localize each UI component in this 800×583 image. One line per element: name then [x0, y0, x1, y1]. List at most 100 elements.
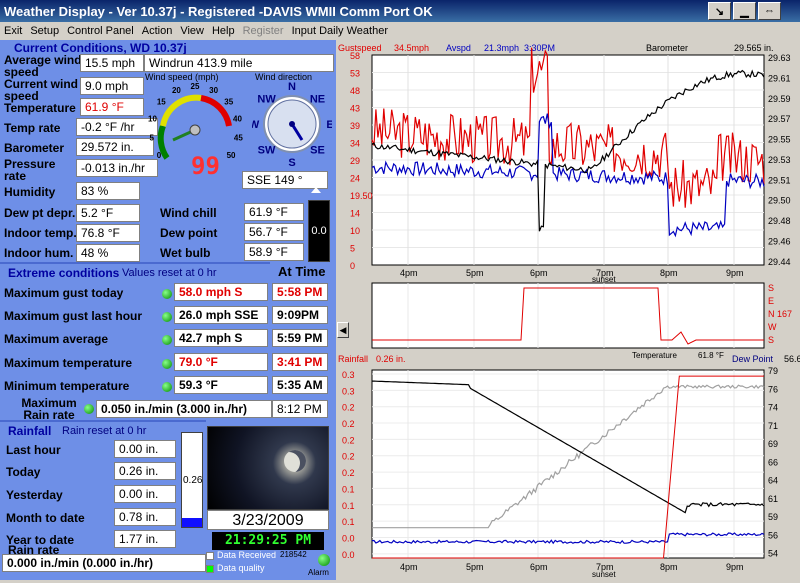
title-bar: Weather Display - Ver 10.37j - Registere… — [0, 0, 800, 22]
menu-setup[interactable]: Setup — [30, 25, 59, 37]
dew-legend: Dew Point — [732, 354, 774, 364]
wind-dir-axis-label: E — [768, 296, 774, 306]
humidity-label: Humidity — [4, 185, 56, 199]
avg-wind-label: Average wind speed — [4, 53, 82, 79]
moon-icon — [284, 450, 306, 472]
menu-exit[interactable]: Exit — [4, 25, 22, 37]
temp-tick-label: 66 — [768, 457, 778, 467]
compass-label: SW — [258, 144, 276, 156]
status-led-icon — [162, 382, 172, 392]
x-tick-label: 9pm — [726, 268, 744, 278]
y2-tick-label: 29.48 — [768, 216, 791, 226]
alarm-led-icon — [318, 554, 330, 566]
rain-tick-label: 0.3 — [342, 370, 355, 380]
y-tick-label: 0 — [350, 261, 355, 271]
max-rain-rate-value: 0.050 in./min (3.000 in./hr) — [96, 400, 272, 418]
press-rate-label: Pressure rate — [4, 157, 56, 183]
gauge-tick-label: 10 — [148, 115, 157, 124]
temp-tick-label: 76 — [768, 384, 778, 394]
compass-label: E — [326, 119, 332, 131]
wind-gauge-title: Wind speed (mph) — [145, 72, 219, 82]
rain-tick-label: 0.2 — [342, 403, 355, 413]
rain-tick-label: 0.2 — [342, 452, 355, 462]
dewpoint-label: Dew point — [160, 226, 218, 240]
menu-action[interactable]: Action — [142, 25, 173, 37]
y2-tick-label: 29.55 — [768, 135, 791, 145]
extreme-reset-note: Values reset at 0 hr — [122, 267, 217, 279]
rain-tick-label: 0.1 — [342, 517, 355, 527]
gauge-tick-label: 40 — [233, 115, 242, 124]
rain-reset-note: Rain reset at 0 hr — [62, 425, 147, 437]
indoor-temp-label: Indoor temp. — [4, 226, 77, 240]
wetbulb-label: Wet bulb — [160, 246, 211, 260]
rain-tick-label: 0.0 — [342, 533, 355, 543]
menu-control-panel[interactable]: Control Panel — [67, 25, 134, 37]
gauge-tick-label: 5 — [149, 134, 154, 143]
y-tick-label: 10 — [350, 226, 360, 236]
tray-icon[interactable]: ⇔ — [758, 2, 781, 20]
digital-readout: 99 — [191, 152, 220, 180]
y2-tick-label: 29.63 — [768, 53, 791, 63]
menu-view[interactable]: View — [180, 25, 204, 37]
avg-header-value: 21.3mph — [484, 43, 519, 53]
temp-tick-label: 61 — [768, 494, 778, 504]
restore-icon[interactable]: ↘ — [708, 2, 731, 20]
extreme-value: 26.0 mph SSE — [174, 306, 268, 324]
gauge-tick-label: 25 — [191, 82, 200, 91]
temp-tick-label: 79 — [768, 366, 778, 376]
wetbulb-value: 58.9 °F — [244, 243, 304, 261]
rain-header-value: 0.26 in. — [376, 354, 406, 364]
rain-row-value: 0.78 in. — [114, 508, 176, 526]
y2-tick-label: 29.57 — [768, 114, 791, 124]
extreme-header: Extreme conditions — [8, 266, 120, 280]
y-tick-label: 58 — [350, 51, 360, 61]
extreme-label: Maximum gust today — [4, 286, 124, 300]
windchill-label: Wind chill — [160, 206, 217, 220]
wind-dir-title: Wind direction — [255, 72, 313, 82]
menu-input-daily-weather[interactable]: Input Daily Weather — [292, 25, 388, 37]
baro-header-value: 29.565 in. — [734, 43, 774, 53]
wind-dir-arrow-icon — [311, 187, 321, 193]
side-value-box: 0.0 — [308, 200, 330, 262]
data-received-indicator-icon — [206, 552, 214, 560]
menu-bar: Exit Setup Control Panel Action View Help Regi… — [0, 22, 800, 40]
status-led-icon — [162, 359, 172, 369]
x-tick-label: 4pm — [400, 268, 418, 278]
menu-help[interactable]: Help — [212, 25, 235, 37]
x-tick-label: 9pm — [726, 562, 744, 572]
gauge-tick-label: 0 — [157, 151, 162, 160]
at-time-header: At Time — [278, 264, 326, 279]
gust-header-value: 34.5mph — [394, 43, 429, 53]
rain-tick-label: 0.2 — [342, 468, 355, 478]
rain-row-value: 0.26 in. — [114, 462, 176, 480]
rain-gauge-value: 0.26 — [183, 475, 203, 486]
time-header-value: 3:30PM — [524, 43, 555, 53]
scroll-left-button[interactable]: ◀ — [337, 322, 349, 338]
compass-label: NE — [310, 94, 325, 106]
compass-label: N — [288, 82, 296, 93]
rain-legend: Rainfall — [338, 354, 368, 364]
rain-gauge-fill — [182, 517, 202, 527]
gauge-tick-label: 30 — [209, 86, 218, 95]
humidity-value: 83 % — [76, 182, 140, 200]
dew-header-value: 56.6 — [784, 354, 800, 364]
x-tick-label: 6pm — [530, 562, 548, 572]
x-tick-label: 8pm — [660, 268, 678, 278]
rain-tick-label: 0.2 — [342, 435, 355, 445]
menu-register[interactable]: Register — [243, 25, 284, 37]
y-tick-label: 34 — [350, 139, 360, 149]
y-tick-label: 53 — [350, 69, 360, 79]
y2-tick-label: 29.46 — [768, 236, 791, 246]
minimize-icon[interactable]: ▁ — [733, 2, 756, 20]
temp-legend: Temperature — [632, 351, 677, 360]
y-tick-label: 19.50 — [350, 191, 373, 201]
y2-tick-label: 29.53 — [768, 155, 791, 165]
status-led-icon — [84, 404, 94, 414]
data-quality-label: Data quality — [217, 563, 265, 573]
graphs-svg: Gustspeed 34.5mph Avspd 21.3mph 3:30PM Barome… — [336, 40, 800, 579]
x-tick-label: 5pm — [466, 268, 484, 278]
cur-wind-value: 9.0 mph — [80, 77, 144, 95]
wind-dir-axis-label: N 167 — [768, 309, 792, 319]
data-received-label: Data Received — [217, 550, 277, 560]
temp-tick-label: 59 — [768, 512, 778, 522]
